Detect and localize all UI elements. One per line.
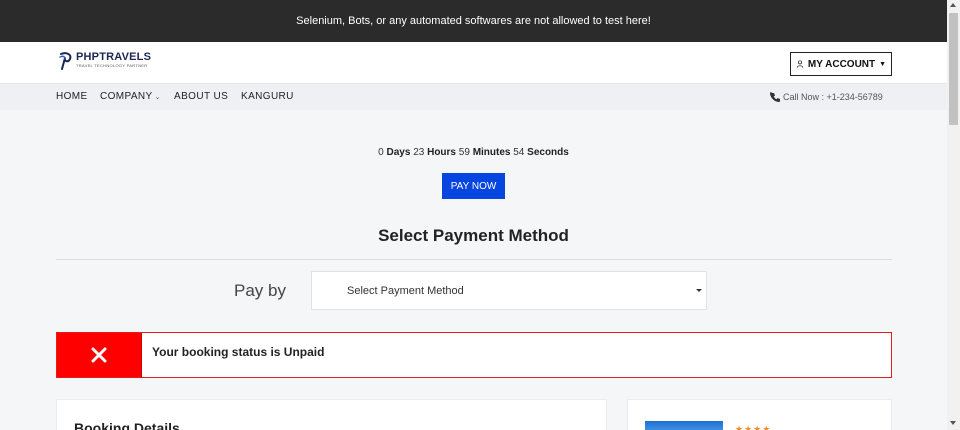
booking-details-title: Booking Details bbox=[74, 420, 180, 430]
nav-item-about-us[interactable]: ABOUT US bbox=[174, 91, 228, 102]
logo-subtitle: TRAVEL TECHNOLOGY PARTNER bbox=[76, 63, 148, 68]
phone-icon bbox=[770, 92, 780, 102]
alert-icon-box bbox=[57, 333, 142, 377]
star-rating: ★★★★ bbox=[735, 424, 772, 430]
caret-down-icon: ▼ bbox=[879, 60, 887, 68]
call-now[interactable]: Call Now : +1-234-56789 bbox=[770, 92, 883, 102]
page-scrollbar[interactable] bbox=[947, 0, 960, 430]
hotel-summary-card: ★★★★ bbox=[627, 399, 892, 430]
payment-section-title: Select Payment Method bbox=[378, 226, 569, 245]
header: PHPTRAVELS TRAVEL TECHNOLOGY PARTNER MY … bbox=[0, 42, 947, 84]
nav-item-kanguru[interactable]: KANGURU bbox=[241, 91, 294, 102]
divider bbox=[56, 259, 892, 260]
booking-status-alert: Your booking status is Unpaid bbox=[56, 332, 892, 378]
chevron-down-icon: ⌄ bbox=[154, 94, 161, 101]
phptravels-logo-icon bbox=[59, 52, 72, 70]
caret-down-icon bbox=[696, 289, 702, 292]
countdown-seconds: 54 bbox=[513, 147, 525, 158]
my-account-button[interactable]: MY ACCOUNT ▼ bbox=[790, 52, 892, 76]
countdown-minutes: 59 bbox=[458, 147, 470, 158]
hotel-image bbox=[645, 421, 723, 430]
countdown-hours-label: Hours bbox=[427, 147, 456, 158]
payment-countdown: 0 Days 23 Hours 59 Minutes 54 Seconds bbox=[0, 147, 947, 158]
countdown-days: 0 bbox=[378, 147, 384, 158]
nav-item-company[interactable]: COMPANY ⌄ bbox=[100, 91, 161, 102]
booking-details-card: Booking Details bbox=[56, 399, 607, 430]
payment-method-select[interactable]: Select Payment Method bbox=[311, 271, 707, 310]
scroll-up-arrow-icon[interactable] bbox=[950, 3, 956, 7]
call-now-text: Call Now : +1-234-56789 bbox=[783, 92, 883, 102]
countdown-seconds-label: Seconds bbox=[527, 147, 569, 158]
countdown-minutes-label: Minutes bbox=[472, 147, 511, 158]
nav-item-home[interactable]: HOME bbox=[56, 91, 88, 102]
booking-status-text: Your booking status is Unpaid bbox=[152, 345, 325, 359]
notice-text: Selenium, Bots, or any automated softwar… bbox=[296, 15, 651, 27]
countdown-days-label: Days bbox=[386, 147, 411, 158]
logo[interactable]: PHPTRAVELS TRAVEL TECHNOLOGY PARTNER bbox=[58, 51, 151, 71]
notice-bar: Selenium, Bots, or any automated softwar… bbox=[0, 0, 947, 42]
payment-method-value: Select Payment Method bbox=[347, 284, 464, 297]
close-x-icon bbox=[91, 347, 107, 363]
scroll-thumb[interactable] bbox=[949, 13, 958, 125]
scroll-down-arrow-icon[interactable] bbox=[950, 421, 956, 425]
main-nav: HOME COMPANY ⌄ ABOUT US KANGURU Call Now … bbox=[0, 84, 947, 110]
pay-now-button[interactable]: PAY NOW bbox=[442, 173, 505, 199]
nav-item-company-label: COMPANY bbox=[100, 91, 153, 102]
my-account-label: MY ACCOUNT bbox=[807, 58, 876, 70]
user-icon bbox=[796, 60, 804, 68]
pay-by-label: Pay by bbox=[234, 281, 286, 300]
countdown-hours: 23 bbox=[413, 147, 425, 158]
logo-title: PHPTRAVELS bbox=[76, 51, 152, 63]
